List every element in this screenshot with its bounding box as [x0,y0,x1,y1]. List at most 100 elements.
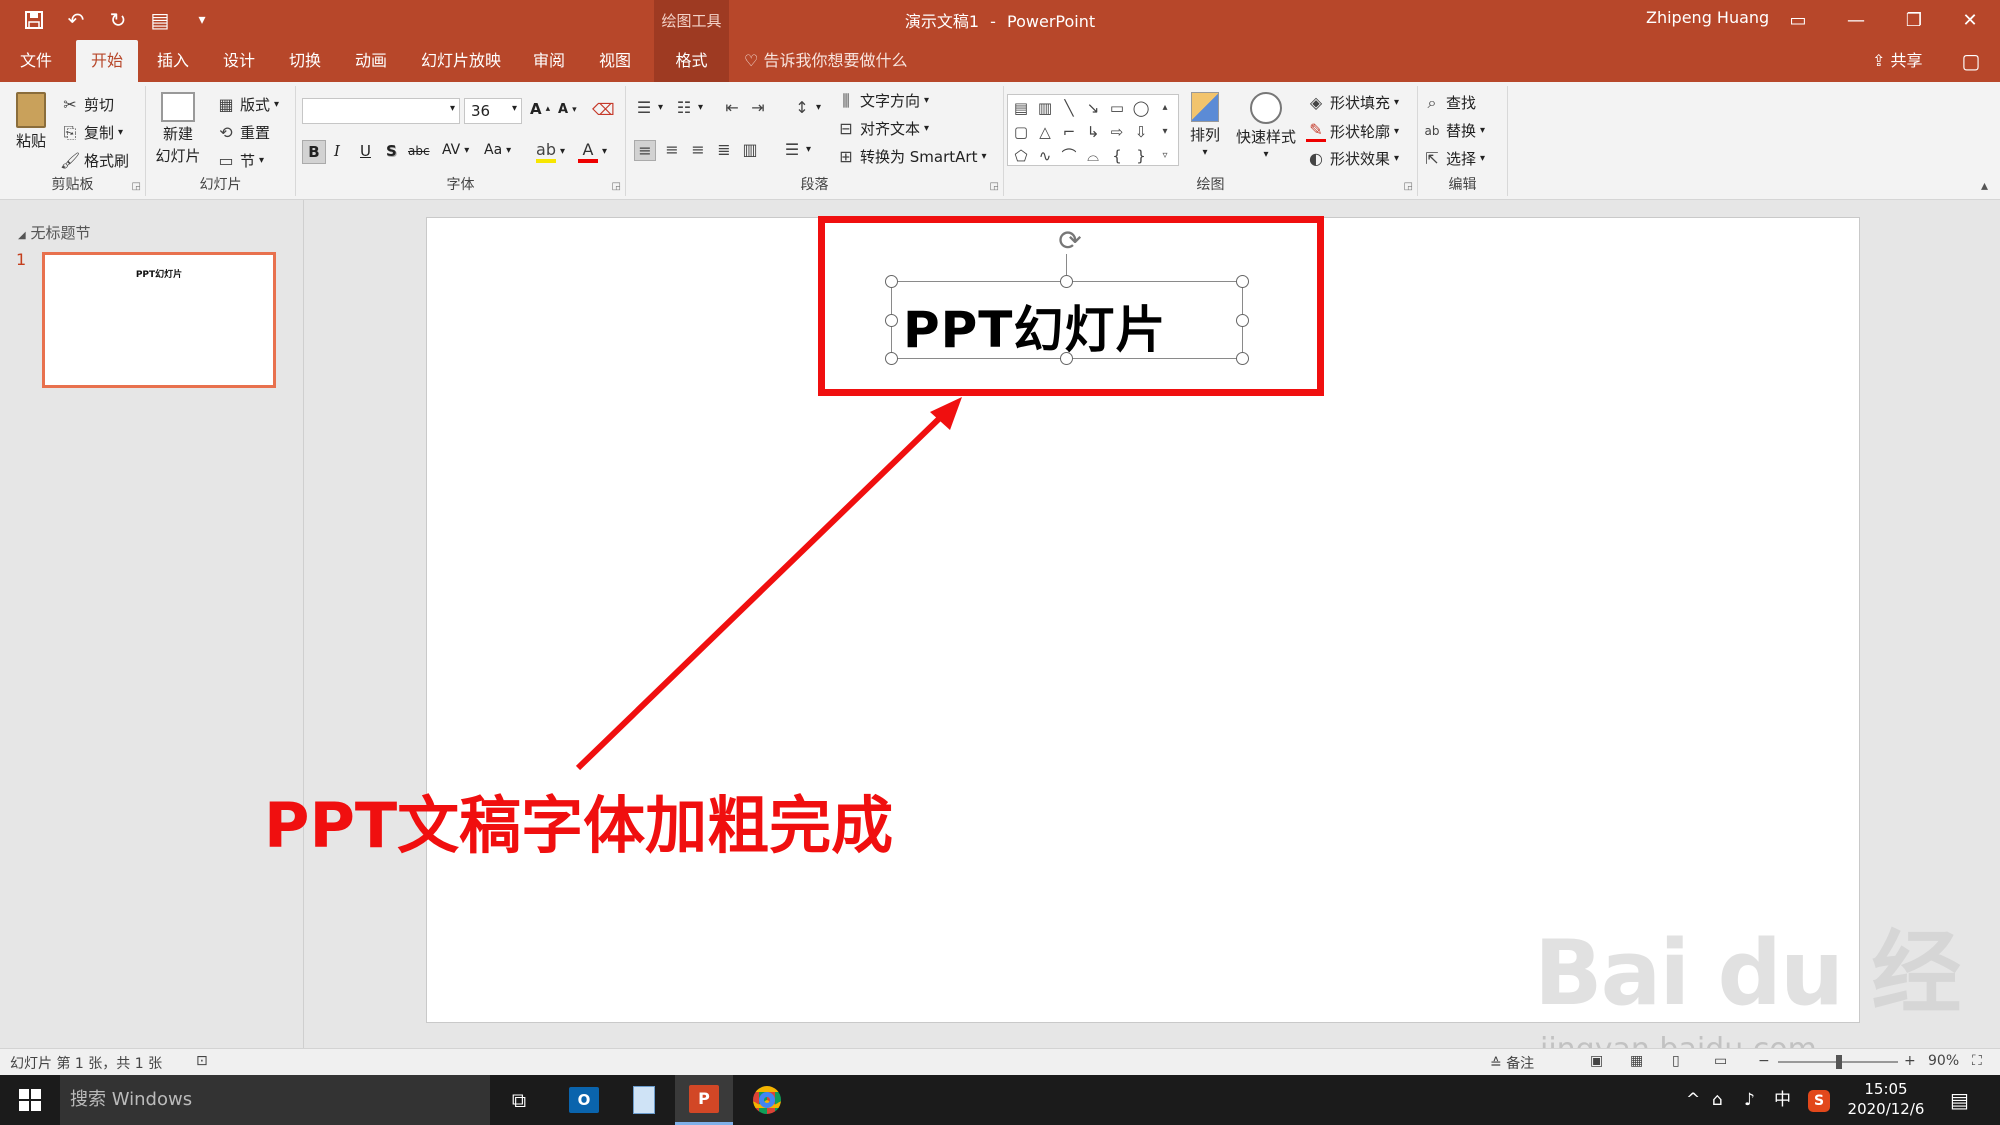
tab-file[interactable]: 文件 [8,40,64,82]
line-shape-icon[interactable]: ╲ [1058,97,1080,119]
replace-button[interactable]: ab 替换 ▾ [1422,120,1486,141]
zoom-level[interactable]: 90% [1928,1053,1959,1069]
task-view-icon[interactable]: ⧉ [490,1075,548,1125]
slideshow-view-icon[interactable]: ▭ [1714,1053,1727,1069]
volume-icon[interactable]: ♪ [1744,1075,1755,1125]
line-spacing-button[interactable]: ↕ ▾ [792,98,821,117]
arc-shape-icon[interactable]: ⌓ [1082,145,1104,167]
text-box-shape-icon[interactable]: ▤ [1010,97,1032,119]
bullets-button[interactable]: ☰ ▾ [634,98,663,117]
new-slide-button[interactable]: 新建 幻灯片 [152,92,204,166]
font-size-combo[interactable]: 36 ▾ [464,98,522,124]
tab-design[interactable]: 设计 [214,40,264,82]
decrease-indent-icon[interactable]: ⇤ [722,98,742,117]
slide-sorter-icon[interactable]: ▦ [1630,1053,1643,1069]
collapse-section-icon[interactable]: ◢ [18,230,26,241]
normal-view-icon[interactable]: ▣ [1590,1053,1603,1069]
shape-fill-button[interactable]: ◈ 形状填充 ▾ [1306,92,1399,113]
shape-effects-button[interactable]: ◐ 形状效果 ▾ [1306,148,1399,169]
grow-font-button[interactable]: A ▴ [530,100,550,118]
notes-button[interactable]: ≙ 备注 [1490,1053,1534,1073]
reset-button[interactable]: ⟲ 重置 [216,122,270,143]
align-right-icon[interactable]: ≡ [688,140,708,159]
section-button[interactable]: ▭ 节 ▾ [216,150,264,171]
down-arrow-shape-icon[interactable]: ⇩ [1130,121,1152,143]
tab-view[interactable]: 视图 [590,40,640,82]
columns-button[interactable]: ☰ ▾ [782,140,811,159]
notification-center-icon[interactable]: ▤ [1950,1075,1969,1125]
tab-format[interactable]: 格式 [654,40,729,82]
sogou-input-icon[interactable]: S [1808,1075,1830,1125]
align-center-icon[interactable]: ≡ [662,140,682,159]
select-button[interactable]: ⇱ 选择 ▾ [1422,148,1485,169]
strikethrough-button[interactable]: abc [408,144,430,158]
windows-start-icon[interactable] [0,1075,60,1125]
copy-button[interactable]: ⎘ 复制 ▾ [60,122,123,143]
zoom-slider-thumb[interactable] [1836,1055,1842,1069]
increase-indent-icon[interactable]: ⇥ [748,98,768,117]
shrink-font-button[interactable]: A ▾ [558,102,577,117]
notepad-icon[interactable] [615,1075,673,1125]
tab-slideshow[interactable]: 幻灯片放映 [414,40,508,82]
shapes-gallery[interactable]: ▤ ▥ ╲ ↘ ▭ ◯ ▴ ▢ △ ⌐ ↳ ⇨ ⇩ ▾ ⬠ ∿ ⌒ ⌓ { } … [1007,94,1179,166]
section-header[interactable]: ◢ 无标题节 [18,222,91,243]
numbering-button[interactable]: ☷ ▾ [674,98,703,117]
outlook-icon[interactable]: O [555,1075,613,1125]
font-name-combo[interactable]: ▾ [302,98,460,124]
right-arrow-shape-icon[interactable]: ⇨ [1106,121,1128,143]
arrange-button[interactable]: 排列 ▾ [1190,92,1220,158]
ime-indicator[interactable]: 中 [1774,1075,1791,1125]
align-text-button[interactable]: ⊟ 对齐文本 ▾ [836,118,929,139]
tab-home[interactable]: 开始 [76,40,138,82]
collapse-ribbon-icon[interactable]: ▴ [1981,178,1988,194]
clipboard-launcher-icon[interactable]: ◲ [132,181,141,192]
customize-qat-icon[interactable]: ▾ [188,6,216,34]
zoom-out-icon[interactable]: − [1758,1053,1770,1069]
right-brace-shape-icon[interactable]: } [1130,145,1152,167]
gallery-up-icon[interactable]: ▴ [1154,97,1176,119]
triangle-shape-icon[interactable]: △ [1034,121,1056,143]
start-from-beginning-icon[interactable]: ▤ [146,6,174,34]
show-hidden-icons[interactable]: ^ [1686,1075,1700,1125]
scribble-shape-icon[interactable]: ∿ [1034,145,1056,167]
find-button[interactable]: ⌕ 查找 [1422,92,1477,113]
slide-thumbnail[interactable]: PPT幻灯片 [42,252,276,388]
powerpoint-taskbar-icon[interactable]: P [675,1075,733,1125]
oval-shape-icon[interactable]: ◯ [1130,97,1152,119]
freeform-shape-icon[interactable]: ⬠ [1010,145,1032,167]
user-name[interactable]: Zhipeng Huang [1646,8,1769,27]
curve-shape-icon[interactable]: ⌒ [1058,145,1080,167]
elbow-connector-shape-icon[interactable]: ⌐ [1058,121,1080,143]
save-icon[interactable] [20,6,48,34]
zoom-in-icon[interactable]: + [1904,1053,1916,1069]
close-icon[interactable]: ✕ [1940,0,2000,40]
shape-outline-button[interactable]: ✎ 形状轮廓 ▾ [1306,120,1399,142]
comments-icon[interactable]: ▢ [1958,48,1984,74]
tab-animations[interactable]: 动画 [346,40,396,82]
undo-icon[interactable]: ↶ [62,6,90,34]
paragraph-launcher-icon[interactable]: ◲ [990,181,999,192]
taskbar-search[interactable]: 搜索 Windows [60,1075,490,1125]
gallery-more-icon[interactable]: ▿ [1154,145,1176,167]
underline-button[interactable]: U [360,142,371,160]
vertical-text-box-shape-icon[interactable]: ▥ [1034,97,1056,119]
share-button[interactable]: ⇪ 共享 [1872,40,1923,82]
system-clock[interactable]: 15:05 2020/12/6 [1846,1079,1926,1119]
left-brace-shape-icon[interactable]: { [1106,145,1128,167]
highlight-color-button[interactable]: ab ▾ [536,140,565,163]
restore-icon[interactable]: ❐ [1884,0,1944,40]
distributed-icon[interactable]: ▥ [740,140,760,159]
paste-button[interactable]: 粘贴 [10,92,52,151]
change-case-button[interactable]: Aa ▾ [484,142,511,158]
rounded-rectangle-shape-icon[interactable]: ▢ [1010,121,1032,143]
text-direction-button[interactable]: ⫼ 文字方向 ▾ [836,90,929,111]
align-left-icon[interactable]: ≡ [634,140,656,161]
text-shadow-button[interactable]: S [386,142,397,160]
tab-transitions[interactable]: 切换 [280,40,330,82]
minimize-icon[interactable]: — [1826,0,1886,40]
rectangle-shape-icon[interactable]: ▭ [1106,97,1128,119]
layout-button[interactable]: ▦ 版式 ▾ [216,94,279,115]
format-painter-button[interactable]: 🖌 格式刷 [60,150,129,171]
justify-icon[interactable]: ≣ [714,140,734,159]
fit-to-window-icon[interactable]: ⛶ [1972,1053,1982,1069]
